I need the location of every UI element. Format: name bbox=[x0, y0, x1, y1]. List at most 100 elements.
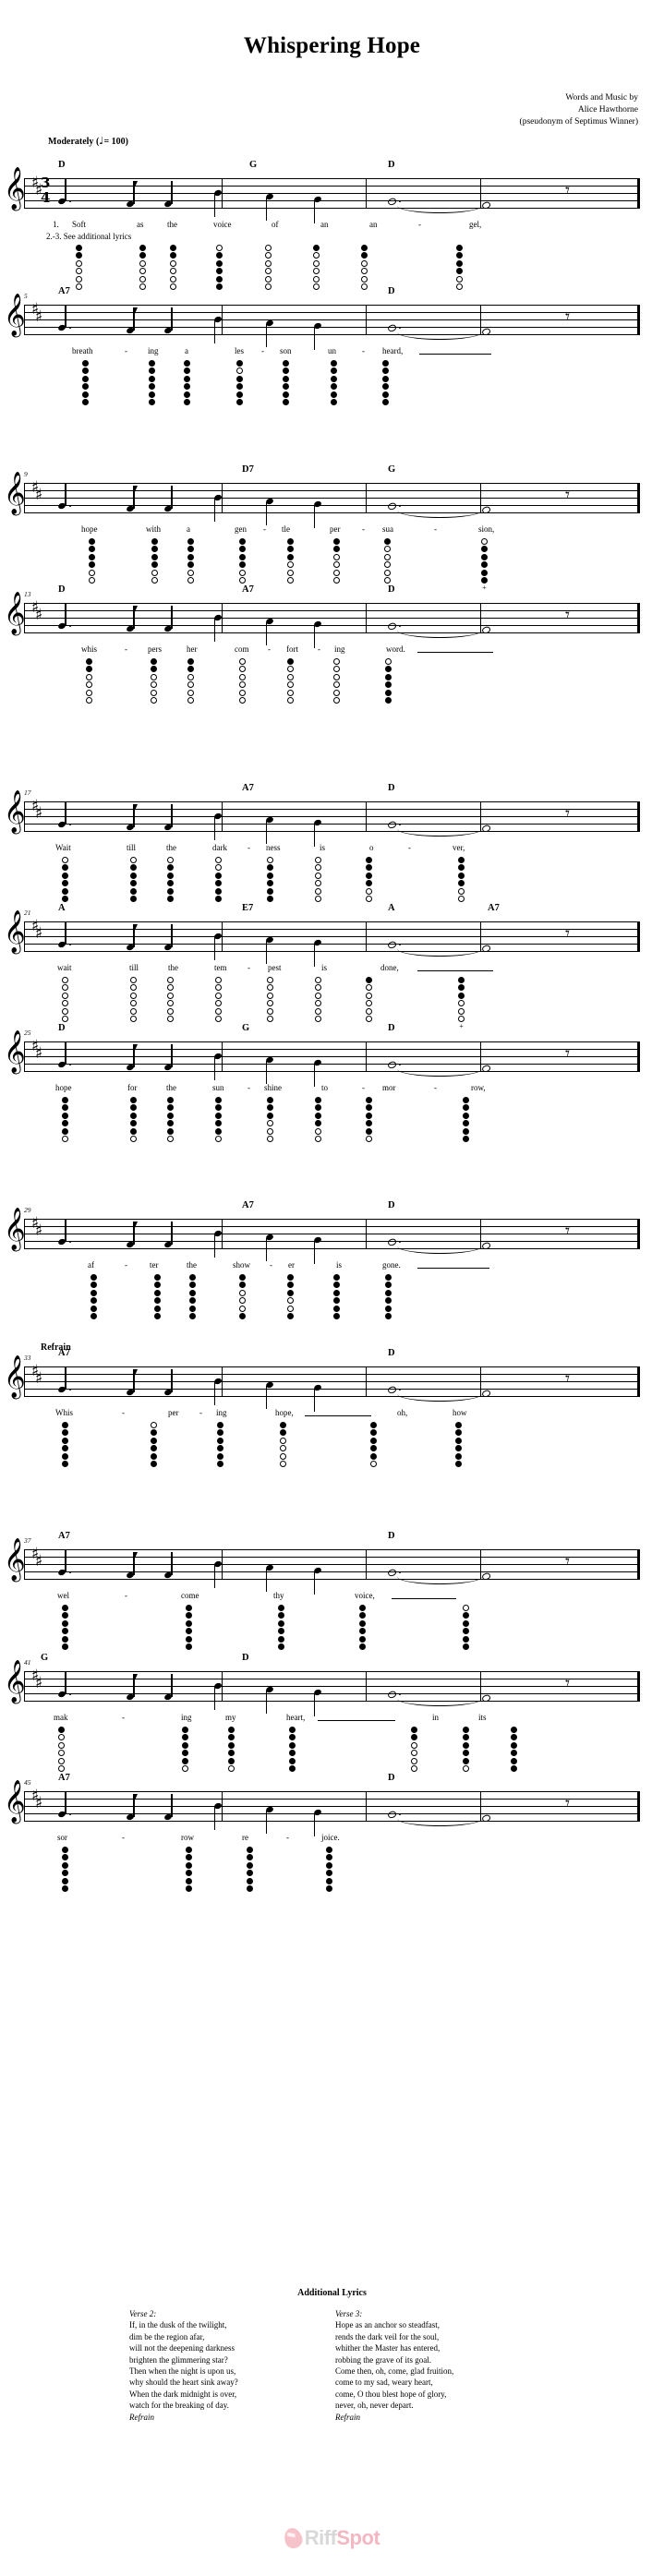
hole-closed-icon bbox=[382, 360, 389, 367]
hole-closed-icon bbox=[333, 1312, 340, 1319]
hole-closed-icon bbox=[382, 391, 389, 398]
hole-open-icon bbox=[287, 569, 294, 576]
hole-closed-icon bbox=[359, 1605, 366, 1611]
lyric-syllable: per bbox=[330, 524, 341, 534]
hole-open-icon bbox=[187, 681, 194, 689]
barline bbox=[222, 1041, 223, 1072]
fingering-mark: + bbox=[459, 1022, 464, 1031]
hole-closed-icon bbox=[333, 538, 340, 545]
lyric-syllable: is bbox=[320, 843, 326, 852]
quarter-rest-icon: 𝄾 bbox=[565, 605, 571, 625]
hole-closed-icon bbox=[287, 1274, 294, 1281]
hole-closed-icon bbox=[456, 268, 463, 275]
credit-line-1: Words and Music by bbox=[565, 93, 638, 102]
lyric-syllable: with bbox=[146, 524, 162, 534]
barline bbox=[366, 178, 367, 209]
hole-open-icon bbox=[130, 1015, 137, 1022]
eighth-flag-icon bbox=[134, 1674, 139, 1682]
staff bbox=[24, 1219, 640, 1249]
hole-closed-icon bbox=[463, 1628, 469, 1635]
barline bbox=[222, 483, 223, 513]
lyric-syllable: mak bbox=[54, 1713, 68, 1722]
verse-2-line-1: dim be the region afar, bbox=[129, 2331, 205, 2341]
hole-closed-icon bbox=[186, 1605, 192, 1611]
whistle-fingering-diagram bbox=[129, 977, 138, 1023]
note-stem bbox=[213, 320, 215, 343]
hole-closed-icon bbox=[149, 367, 155, 375]
hole-closed-icon bbox=[149, 360, 155, 367]
chord-symbol: G bbox=[41, 1653, 49, 1663]
staff bbox=[24, 1041, 640, 1072]
hole-open-icon bbox=[187, 696, 194, 704]
note-stem bbox=[65, 1671, 66, 1694]
hole-closed-icon bbox=[189, 1297, 196, 1305]
chord-symbol: D bbox=[388, 286, 395, 296]
hole-open-icon bbox=[287, 696, 294, 704]
barline bbox=[366, 1366, 367, 1397]
hole-closed-icon bbox=[167, 1120, 174, 1127]
note-stem bbox=[213, 1234, 215, 1258]
verse-2-line-5: why should the heart sink away? bbox=[129, 2377, 238, 2388]
hole-open-icon bbox=[287, 666, 294, 673]
hole-closed-icon bbox=[186, 1643, 192, 1650]
hole-closed-icon bbox=[326, 1861, 332, 1869]
hole-closed-icon bbox=[287, 538, 294, 545]
hole-open-icon bbox=[315, 977, 321, 983]
hole-open-icon bbox=[280, 1452, 286, 1460]
eighth-flag-icon bbox=[134, 486, 139, 494]
hole-closed-icon bbox=[463, 1734, 469, 1741]
lyric-syllable: er bbox=[288, 1260, 295, 1270]
hole-open-icon bbox=[463, 1764, 469, 1772]
hole-open-icon bbox=[361, 259, 368, 267]
lyric-syllable: - bbox=[247, 843, 250, 852]
hole-closed-icon bbox=[455, 1429, 462, 1437]
hole-open-icon bbox=[167, 1007, 174, 1015]
hole-closed-icon bbox=[289, 1757, 296, 1764]
whistle-fingering-diagram bbox=[129, 1097, 138, 1143]
hole-closed-icon bbox=[130, 1104, 137, 1112]
lyric-syllable: the bbox=[187, 1260, 197, 1270]
hole-closed-icon bbox=[411, 1734, 417, 1741]
hole-open-icon bbox=[58, 1750, 65, 1757]
hole-closed-icon bbox=[287, 553, 294, 560]
lyric-syllable: - bbox=[122, 1408, 125, 1417]
hole-closed-icon bbox=[216, 275, 223, 283]
note-stem bbox=[213, 194, 215, 217]
chord-symbol: E7 bbox=[242, 903, 254, 913]
hole-closed-icon bbox=[463, 1757, 469, 1764]
note-stem bbox=[171, 181, 173, 204]
hole-open-icon bbox=[313, 283, 320, 290]
barline bbox=[366, 1671, 367, 1702]
hole-closed-icon bbox=[359, 1628, 366, 1635]
hole-closed-icon bbox=[283, 367, 289, 375]
lyric-syllable: Whis bbox=[55, 1408, 73, 1417]
riffspot-logo[interactable]: RiffSpot bbox=[0, 2525, 664, 2551]
whistle-fingering-diagram bbox=[286, 658, 295, 704]
barline bbox=[366, 1219, 367, 1249]
hole-closed-icon bbox=[236, 398, 243, 405]
hole-closed-icon bbox=[130, 1112, 137, 1119]
hole-closed-icon bbox=[326, 1854, 332, 1861]
hole-closed-icon bbox=[62, 1460, 68, 1467]
barline bbox=[637, 1549, 640, 1580]
hole-open-icon bbox=[167, 977, 174, 983]
hole-open-icon bbox=[89, 576, 95, 584]
whistle-fingering-diagram bbox=[214, 977, 223, 1023]
whistle-fingering-diagram bbox=[360, 245, 368, 291]
hole-closed-icon bbox=[333, 1289, 340, 1296]
note-stem bbox=[213, 499, 215, 522]
whistle-fingering-diagram bbox=[227, 1727, 235, 1773]
note-stem bbox=[213, 1565, 215, 1588]
hole-closed-icon bbox=[151, 1445, 157, 1452]
treble-clef-icon: 𝄞 bbox=[4, 790, 26, 833]
lyric-syllable: - bbox=[286, 1833, 289, 1842]
barline bbox=[637, 483, 640, 513]
lyric-syllable: per bbox=[168, 1408, 179, 1417]
hole-open-icon bbox=[215, 1135, 222, 1142]
hole-open-icon bbox=[315, 887, 321, 895]
lyric-extender-line bbox=[417, 970, 493, 971]
barline bbox=[366, 483, 367, 513]
verse-2-line-7: watch for the breaking of day. bbox=[129, 2401, 229, 2411]
hole-closed-icon bbox=[215, 1112, 222, 1119]
hole-closed-icon bbox=[287, 1312, 294, 1319]
